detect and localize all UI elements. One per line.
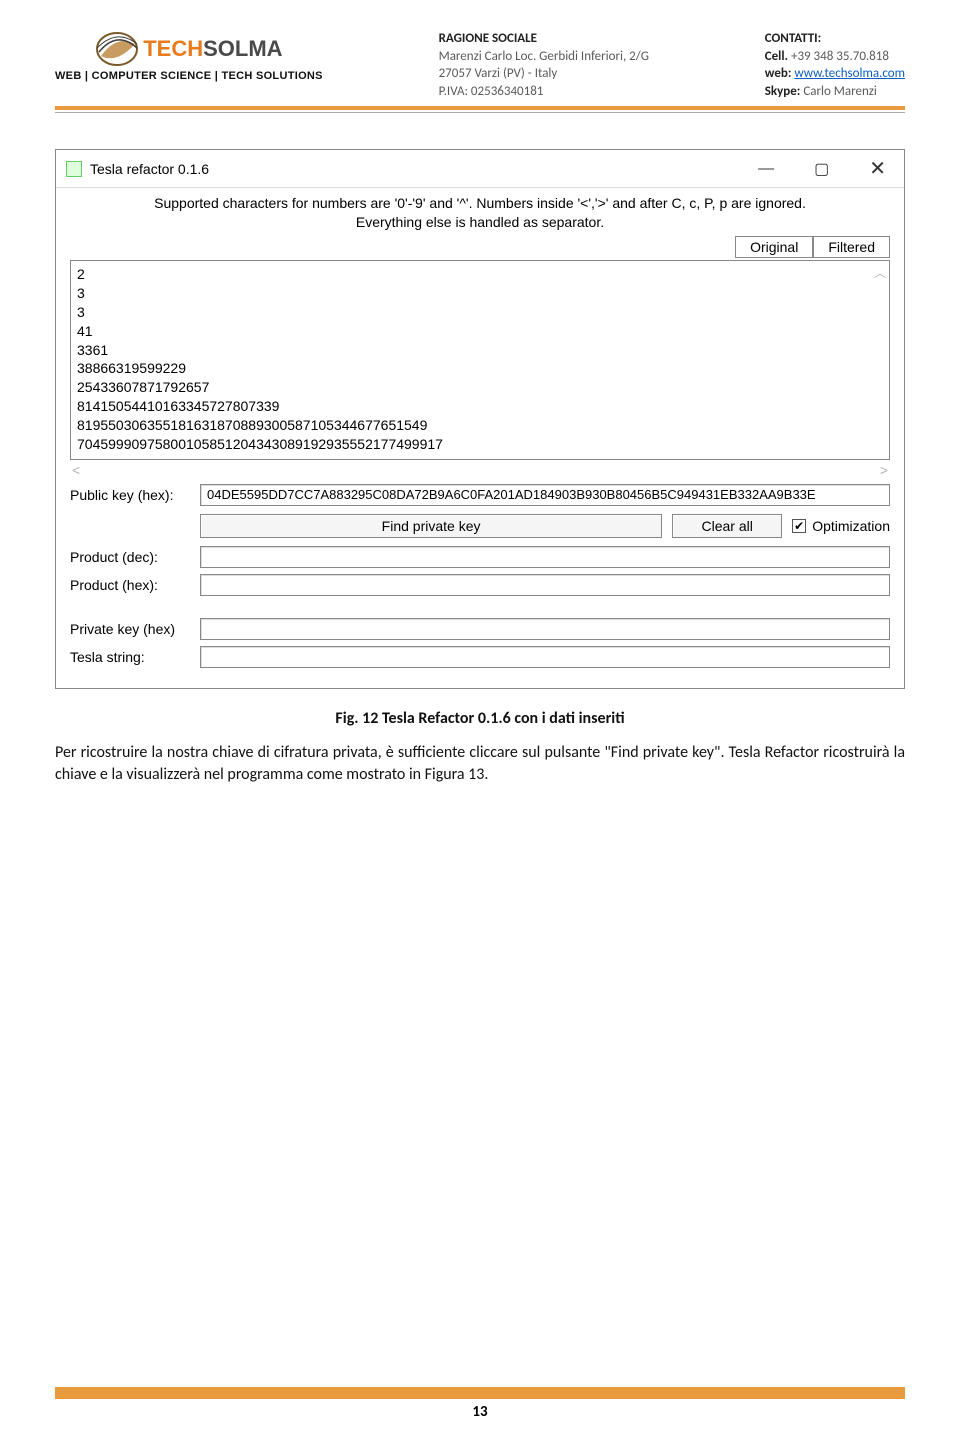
body-paragraph: Per ricostruire la nostra chiave di cifr… xyxy=(55,742,905,787)
pubkey-label: Public key (hex): xyxy=(70,487,190,503)
maximize-icon[interactable]: ▢ xyxy=(814,159,829,179)
optimization-checkbox[interactable]: ✔ Optimization xyxy=(792,518,890,534)
tesla-string-input[interactable] xyxy=(200,646,890,668)
product-hex-label: Product (hex): xyxy=(70,577,190,593)
tab-original[interactable]: Original xyxy=(735,236,813,258)
web-link[interactable]: www.techsolma.com xyxy=(794,66,905,81)
product-hex-input[interactable] xyxy=(200,574,890,596)
figure-caption: Fig. 12 Tesla Refactor 0.1.6 con i dati … xyxy=(55,709,905,728)
page-number: 13 xyxy=(55,1403,905,1421)
contact-info: CONTATTI: Cell. +39 348 35.70.818 web: w… xyxy=(765,30,905,100)
pubkey-input[interactable] xyxy=(200,484,890,506)
find-private-key-button[interactable]: Find private key xyxy=(200,514,662,538)
divider-orange xyxy=(55,106,905,110)
tagline: WEB | COMPUTER SCIENCE | TECH SOLUTIONS xyxy=(55,70,323,82)
company-info: RAGIONE SOCIALE Marenzi Carlo Loc. Gerbi… xyxy=(439,30,649,100)
clear-all-button[interactable]: Clear all xyxy=(672,514,782,538)
supported-note: Supported characters for numbers are '0'… xyxy=(120,194,840,232)
numbers-list[interactable]: 2 3 3 41 3361 38866319599229 25433607871… xyxy=(70,260,890,460)
private-key-input[interactable] xyxy=(200,618,890,640)
product-dec-input[interactable] xyxy=(200,546,890,568)
private-key-label: Private key (hex) xyxy=(70,621,190,637)
product-dec-label: Product (dec): xyxy=(70,549,190,565)
app-icon xyxy=(66,161,82,177)
scroll-up-icon[interactable]: ︿ xyxy=(874,264,886,281)
tesla-string-label: Tesla string: xyxy=(70,649,190,665)
titlebar: Tesla refactor 0.1.6 — ▢ ✕ xyxy=(56,150,904,188)
checkbox-checked-icon: ✔ xyxy=(792,519,806,533)
close-icon[interactable]: ✕ xyxy=(869,156,886,181)
tab-filtered[interactable]: Filtered xyxy=(813,236,890,258)
scroll-left-icon[interactable]: < xyxy=(72,462,80,478)
app-screenshot: Tesla refactor 0.1.6 — ▢ ✕ Supported cha… xyxy=(55,149,905,689)
window-title: Tesla refactor 0.1.6 xyxy=(90,161,758,177)
scroll-right-icon[interactable]: > xyxy=(880,462,888,478)
logo-block: TECHSOLMA WEB | COMPUTER SCIENCE | TECH … xyxy=(55,30,323,82)
footer-bar xyxy=(55,1387,905,1399)
brand-name: TECHSOLMA xyxy=(143,38,282,60)
minimize-icon[interactable]: — xyxy=(758,160,774,178)
divider-thin xyxy=(55,112,905,113)
footer: 13 xyxy=(55,1387,905,1421)
swirl-icon xyxy=(95,30,139,68)
letterhead: TECHSOLMA WEB | COMPUTER SCIENCE | TECH … xyxy=(55,30,905,100)
